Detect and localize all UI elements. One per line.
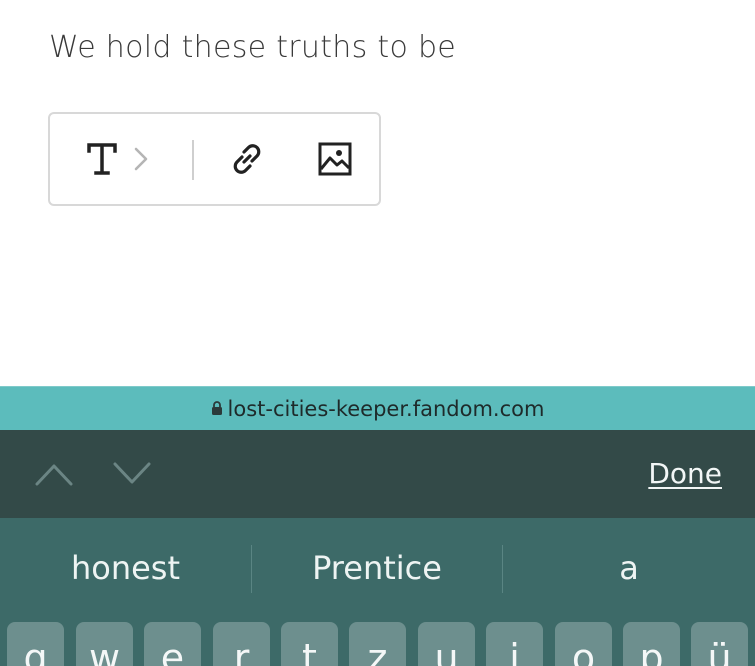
text-format-button[interactable] [80,136,154,186]
toolbar-divider [192,140,194,180]
key[interactable]: z [349,622,406,666]
key[interactable]: w [76,622,133,666]
suggestion-divider [502,545,503,593]
url-domain: lost-cities-keeper.fandom.com [227,396,545,421]
suggestion-item[interactable]: honest [0,518,251,618]
key[interactable]: r [213,622,270,666]
image-icon [317,141,353,182]
done-button[interactable]: Done [648,457,722,490]
chevron-up-icon [32,464,76,498]
key[interactable]: t [281,622,338,666]
insert-link-button[interactable] [222,136,272,186]
predictive-suggestions: honest Prentice a [0,518,755,618]
chevron-down-icon [110,462,154,498]
insert-toolbar [48,112,381,206]
insert-image-button[interactable] [310,136,360,186]
key[interactable]: e [144,622,201,666]
text-format-icon [85,139,119,184]
link-icon [228,140,266,183]
lock-icon [211,397,223,421]
key[interactable]: ü [691,622,748,666]
suggestion-item[interactable]: a [503,518,755,618]
suggestion-divider [251,545,252,593]
key[interactable]: o [555,622,612,666]
editor-text[interactable]: We hold these truths to be [49,30,456,65]
key[interactable]: u [418,622,475,666]
key[interactable]: q [7,622,64,666]
keyboard-row-top: q w e r t z u i o p ü [0,622,755,666]
key[interactable]: p [623,622,680,666]
address-bar[interactable]: lost-cities-keeper.fandom.com [0,386,755,430]
chevron-right-icon [133,145,149,178]
suggestion-item[interactable]: Prentice [252,518,502,618]
next-field-button[interactable] [110,454,154,494]
key[interactable]: i [486,622,543,666]
previous-field-button[interactable] [32,454,76,494]
